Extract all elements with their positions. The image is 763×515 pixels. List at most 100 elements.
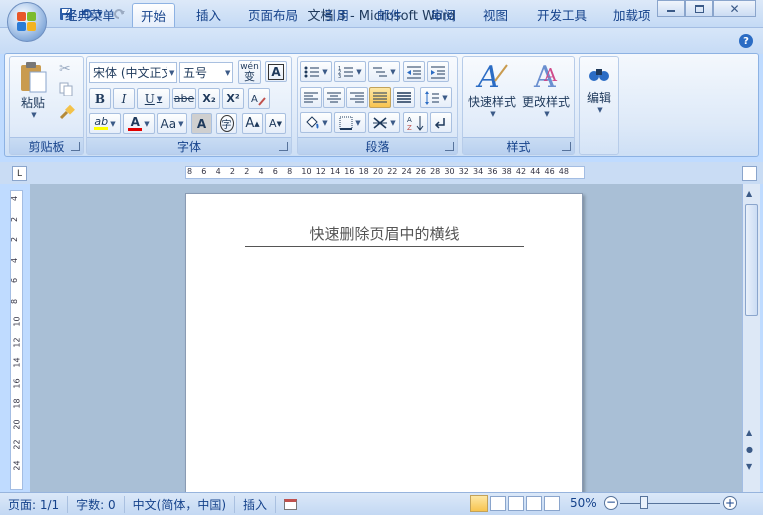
office-button[interactable]	[7, 2, 47, 42]
quick-styles-button[interactable]: A 快速样式 ▼	[466, 59, 518, 118]
decrease-indent-button[interactable]	[403, 61, 425, 82]
scroll-down-icon[interactable]: ▲	[746, 428, 752, 437]
highlight-label: ab	[94, 115, 109, 128]
phonetic-guide-button[interactable]: wén 变	[238, 60, 261, 84]
print-layout-view-icon[interactable]	[470, 495, 488, 512]
tab-selector[interactable]: L	[12, 166, 27, 181]
align-center-button[interactable]	[323, 87, 345, 108]
chevron-down-icon: ▼	[597, 106, 603, 114]
dialog-launcher-icon[interactable]	[279, 142, 288, 151]
align-left-button[interactable]	[300, 87, 322, 108]
line-spacing-icon	[425, 90, 440, 105]
status-language[interactable]: 中文(简体，中国)	[125, 495, 236, 513]
italic-button[interactable]: I	[113, 88, 135, 109]
show-hide-button[interactable]	[430, 112, 452, 133]
change-styles-icon: AA	[533, 60, 558, 93]
scroll-thumb[interactable]	[745, 204, 758, 316]
subscript-button[interactable]: X₂	[198, 88, 220, 109]
status-words[interactable]: 字数: 0	[68, 495, 125, 513]
clear-formatting-button[interactable]: A	[248, 88, 270, 109]
select-browse-object-icon[interactable]: ●	[746, 445, 753, 454]
font-name-select[interactable]: 宋体 (中文正文 ▼	[89, 62, 177, 83]
superscript-button[interactable]: X²	[222, 88, 244, 109]
outline-view-icon[interactable]	[526, 496, 542, 511]
zoom-level[interactable]: 50%	[570, 496, 597, 510]
full-screen-reading-icon[interactable]	[490, 496, 506, 511]
tab-page-layout[interactable]: 页面布局	[240, 3, 306, 26]
format-painter-icon[interactable]	[59, 104, 75, 120]
draft-view-icon[interactable]	[544, 496, 560, 511]
svg-text:A: A	[407, 116, 412, 124]
vertical-scrollbar[interactable]: ▲ ▲ ● ▼	[742, 184, 760, 492]
strikethrough-button[interactable]: abe	[172, 88, 196, 109]
close-icon: ✕	[729, 1, 740, 16]
help-icon[interactable]: ?	[739, 34, 753, 48]
distributed-button[interactable]	[393, 87, 415, 108]
multilevel-list-button[interactable]: ▼	[368, 61, 400, 82]
macro-record-icon[interactable]	[276, 496, 305, 513]
bullets-button[interactable]: ▼	[300, 61, 332, 82]
change-case-button[interactable]: Aa ▼	[157, 113, 187, 134]
paste-button[interactable]: 粘贴 ▼	[13, 60, 53, 119]
tab-view[interactable]: 视图	[475, 3, 516, 26]
numbering-button[interactable]: 1 2 3 ▼	[334, 61, 366, 82]
sort-button[interactable]: AZ	[403, 112, 428, 133]
tab-references[interactable]: 引用	[316, 3, 357, 26]
caret-up-icon: ▲	[254, 119, 260, 128]
line-spacing-button[interactable]: ▼	[420, 87, 452, 108]
tab-developer[interactable]: 开发工具	[529, 3, 595, 26]
enclose-characters-button[interactable]: 字	[216, 113, 237, 134]
chinese-layout-button[interactable]: ▼	[368, 112, 400, 133]
ruler-tick: 14	[330, 167, 341, 176]
ruler-tick: 16	[344, 167, 355, 176]
font-color-button[interactable]: A ▼	[123, 113, 155, 134]
align-right-button[interactable]	[346, 87, 368, 108]
tab-home[interactable]: 开始	[132, 3, 176, 27]
numbering-icon: 123	[338, 66, 354, 79]
tab-review[interactable]: 审阅	[423, 3, 464, 26]
zoom-in-icon[interactable]: +	[723, 496, 737, 510]
ruler-tick: 4	[258, 167, 264, 176]
cut-icon[interactable]: ✂	[59, 61, 71, 77]
justify-button[interactable]	[369, 87, 391, 108]
character-shading-button[interactable]: A	[191, 113, 212, 134]
web-layout-icon[interactable]	[508, 496, 524, 511]
close-button[interactable]: ✕	[713, 0, 756, 17]
tab-insert[interactable]: 插入	[188, 3, 229, 26]
character-border-button[interactable]: A	[265, 61, 287, 82]
tab-classic-menu[interactable]: 经典菜单	[57, 3, 123, 26]
zoom-slider-thumb[interactable]	[640, 496, 648, 509]
borders-button[interactable]: ▼	[334, 112, 366, 133]
change-styles-button[interactable]: AA 更改样式 ▼	[520, 59, 572, 118]
zoom-out-icon[interactable]: −	[604, 496, 618, 510]
underline-button[interactable]: U ▼	[137, 88, 170, 109]
chevron-down-icon: ▼	[156, 94, 163, 103]
next-page-icon[interactable]: ▼	[746, 462, 752, 471]
copy-icon[interactable]	[59, 82, 73, 97]
shading-button[interactable]: ▼	[300, 112, 332, 133]
bold-button[interactable]: B	[89, 88, 111, 109]
view-ruler-icon[interactable]	[742, 166, 757, 181]
restore-button[interactable]	[685, 0, 713, 17]
tab-addins[interactable]: 加载项	[605, 3, 659, 26]
caret-down-icon: ▼	[276, 119, 282, 128]
dialog-launcher-icon[interactable]	[71, 142, 80, 151]
status-page[interactable]: 页面: 1/1	[0, 495, 69, 513]
highlight-button[interactable]: ab ▼	[89, 113, 121, 134]
increase-indent-button[interactable]	[427, 61, 449, 82]
header-text[interactable]: 快速删除页眉中的横线	[245, 223, 524, 247]
editing-button[interactable]: 编辑 ▼	[581, 59, 617, 114]
minimize-button[interactable]	[657, 0, 685, 17]
zoom-slider-track[interactable]	[620, 503, 720, 504]
scroll-up-icon[interactable]: ▲	[746, 189, 752, 198]
dialog-launcher-icon[interactable]	[562, 142, 571, 151]
paste-label: 粘贴	[20, 96, 45, 110]
ruler-tick: 28	[430, 167, 441, 176]
status-mode[interactable]: 插入	[235, 495, 277, 513]
grow-font-button[interactable]: A ▲	[242, 113, 263, 134]
shrink-font-button[interactable]: A ▼	[265, 113, 286, 134]
chinese-layout-icon	[373, 116, 388, 129]
dialog-launcher-icon[interactable]	[445, 142, 454, 151]
tab-mailings[interactable]: 邮件	[369, 3, 410, 26]
font-size-select[interactable]: 五号 ▼	[179, 62, 233, 83]
